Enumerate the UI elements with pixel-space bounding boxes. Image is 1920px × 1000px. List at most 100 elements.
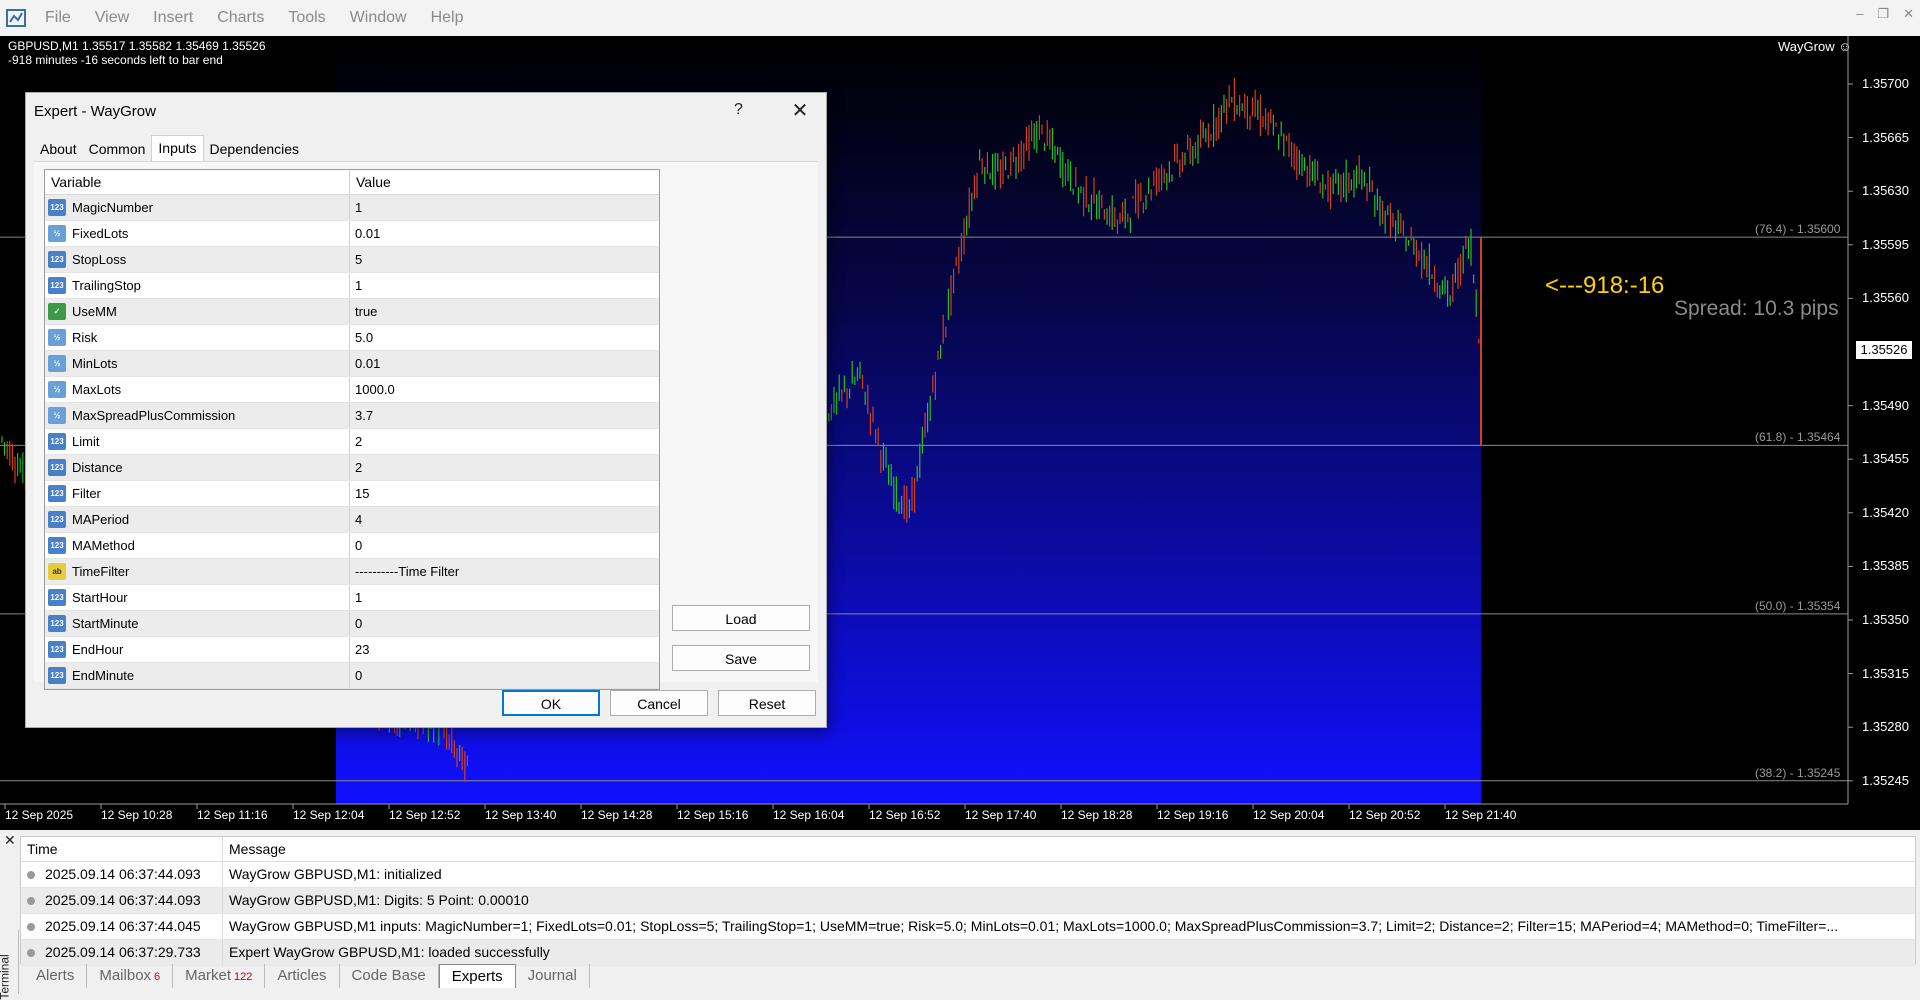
- log-row[interactable]: 2025.09.14 06:37:29.733 Expert WayGrow GB…: [21, 940, 1915, 966]
- input-row[interactable]: 123 EndHour 23: [45, 637, 659, 663]
- input-value-cell[interactable]: 1: [350, 585, 659, 610]
- input-row[interactable]: ½ MaxSpreadPlusCommission 3.7: [45, 403, 659, 429]
- ok-button[interactable]: OK: [502, 690, 600, 716]
- input-variable-name: UseMM: [72, 304, 117, 319]
- log-row[interactable]: 2025.09.14 06:37:44.093 WayGrow GBPUSD,M1…: [21, 888, 1915, 914]
- input-row[interactable]: 123 Filter 15: [45, 481, 659, 507]
- input-row[interactable]: ½ MinLots 0.01: [45, 351, 659, 377]
- time-tick-label: 12 Sep 13:40: [485, 808, 557, 822]
- menu-insert[interactable]: Insert: [141, 0, 205, 36]
- help-icon[interactable]: ?: [734, 101, 743, 119]
- column-header-variable[interactable]: Variable: [45, 170, 350, 194]
- input-value-cell[interactable]: 1000.0: [350, 377, 659, 402]
- menu-view[interactable]: View: [83, 0, 141, 36]
- input-row[interactable]: ½ MaxLots 1000.0: [45, 377, 659, 403]
- input-variable-name: TimeFilter: [72, 564, 130, 579]
- dbl-type-icon: ½: [48, 329, 66, 346]
- input-row[interactable]: 123 StartHour 1: [45, 585, 659, 611]
- input-variable-name: Limit: [72, 434, 100, 449]
- input-row[interactable]: ab TimeFilter ----------Time Filter: [45, 559, 659, 585]
- app-icon: [6, 9, 26, 27]
- input-row[interactable]: 123 MagicNumber 1: [45, 195, 659, 221]
- price-tick-label: 1.35665: [1862, 129, 1909, 145]
- input-row[interactable]: 123 EndMinute 0: [45, 663, 659, 689]
- log-row[interactable]: 2025.09.14 06:37:44.093 WayGrow GBPUSD,M1…: [21, 862, 1915, 888]
- input-value-cell[interactable]: true: [350, 299, 659, 324]
- input-value-cell[interactable]: 15: [350, 481, 659, 506]
- input-row[interactable]: 123 MAMethod 0: [45, 533, 659, 559]
- tab-common[interactable]: Common: [83, 137, 152, 161]
- terminal-tab-label: Journal: [527, 967, 577, 984]
- input-variable-cell: 123 Filter: [45, 481, 350, 506]
- terminal-tab-alerts[interactable]: Alerts: [24, 964, 88, 988]
- fib-level-label: (38.2) - 1.35245: [1755, 765, 1841, 780]
- input-variable-name: StartMinute: [72, 616, 139, 631]
- load-button[interactable]: Load: [672, 605, 810, 631]
- input-value-cell[interactable]: 4: [350, 507, 659, 532]
- int-type-icon: 123: [48, 589, 66, 606]
- input-value-cell[interactable]: 0: [350, 611, 659, 636]
- menu-window[interactable]: Window: [338, 0, 419, 36]
- input-row[interactable]: 123 Limit 2: [45, 429, 659, 455]
- input-row[interactable]: 123 StartMinute 0: [45, 611, 659, 637]
- menu-help[interactable]: Help: [419, 0, 476, 36]
- input-variable-name: MAMethod: [72, 538, 135, 553]
- input-value-cell[interactable]: 3.7: [350, 403, 659, 428]
- terminal-tab-mailbox[interactable]: Mailbox 6: [87, 964, 174, 988]
- input-value-cell[interactable]: ----------Time Filter: [350, 559, 659, 584]
- tab-dependencies[interactable]: Dependencies: [204, 137, 306, 161]
- input-value-cell[interactable]: 2: [350, 455, 659, 480]
- terminal-tab-market[interactable]: Market 122: [173, 964, 266, 988]
- column-header-time[interactable]: Time: [21, 837, 223, 861]
- input-variable-name: MaxSpreadPlusCommission: [72, 408, 236, 423]
- log-status-icon: [27, 949, 35, 958]
- reset-button[interactable]: Reset: [718, 690, 816, 716]
- input-value-cell[interactable]: 0: [350, 663, 659, 688]
- tab-inputs[interactable]: Inputs: [151, 135, 204, 162]
- price-tick-label: 1.35315: [1862, 665, 1909, 681]
- tab-about[interactable]: About: [34, 137, 83, 161]
- menu-file[interactable]: File: [33, 0, 83, 36]
- input-row[interactable]: 123 MAPeriod 4: [45, 507, 659, 533]
- terminal-tab-experts[interactable]: Experts: [438, 964, 516, 988]
- column-header-message[interactable]: Message: [223, 837, 1915, 861]
- terminal-tab-code-base[interactable]: Code Base: [340, 964, 439, 988]
- input-value-cell[interactable]: 5: [350, 247, 659, 272]
- input-value-cell[interactable]: 5.0: [350, 325, 659, 350]
- input-row[interactable]: ½ Risk 5.0: [45, 325, 659, 351]
- menu-tools[interactable]: Tools: [276, 0, 337, 36]
- terminal-tab-journal[interactable]: Journal: [516, 964, 590, 988]
- input-variable-cell: 123 EndMinute: [45, 663, 350, 688]
- input-variable-name: MaxLots: [72, 382, 122, 397]
- menu-charts[interactable]: Charts: [205, 0, 276, 36]
- log-row[interactable]: 2025.09.14 06:37:44.045 WayGrow GBPUSD,M1…: [21, 914, 1915, 940]
- input-row[interactable]: 123 TrailingStop 1: [45, 273, 659, 299]
- input-row[interactable]: 123 StopLoss 5: [45, 247, 659, 273]
- input-value-cell[interactable]: 2: [350, 429, 659, 454]
- close-icon[interactable]: ✕: [1903, 6, 1914, 22]
- dbl-type-icon: ½: [48, 407, 66, 424]
- input-value-cell[interactable]: 1: [350, 273, 659, 298]
- terminal-tab-label: Alerts: [36, 967, 75, 984]
- terminal-tab-articles[interactable]: Articles: [265, 964, 340, 988]
- input-row[interactable]: ✓ UseMM true: [45, 299, 659, 325]
- input-variable-cell: ab TimeFilter: [45, 559, 350, 584]
- expert-name-label[interactable]: WayGrow ☺: [1778, 39, 1851, 54]
- input-value-cell[interactable]: 1: [350, 195, 659, 220]
- restore-icon[interactable]: ❐: [1877, 6, 1889, 22]
- cancel-button[interactable]: Cancel: [610, 690, 708, 716]
- price-tick-label: 1.35630: [1862, 183, 1909, 199]
- minimize-icon[interactable]: –: [1856, 6, 1863, 22]
- time-tick-label: 12 Sep 17:40: [965, 808, 1037, 822]
- terminal-close-icon[interactable]: ✕: [4, 832, 16, 849]
- dialog-close-button[interactable]: ✕: [786, 99, 814, 123]
- save-button[interactable]: Save: [672, 645, 810, 671]
- input-value-cell[interactable]: 0: [350, 533, 659, 558]
- str-type-icon: ab: [48, 563, 66, 580]
- input-value-cell[interactable]: 0.01: [350, 221, 659, 246]
- input-value-cell[interactable]: 0.01: [350, 351, 659, 376]
- input-row[interactable]: 123 Distance 2: [45, 455, 659, 481]
- input-value-cell[interactable]: 23: [350, 637, 659, 662]
- column-header-value[interactable]: Value: [350, 170, 659, 194]
- input-row[interactable]: ½ FixedLots 0.01: [45, 221, 659, 247]
